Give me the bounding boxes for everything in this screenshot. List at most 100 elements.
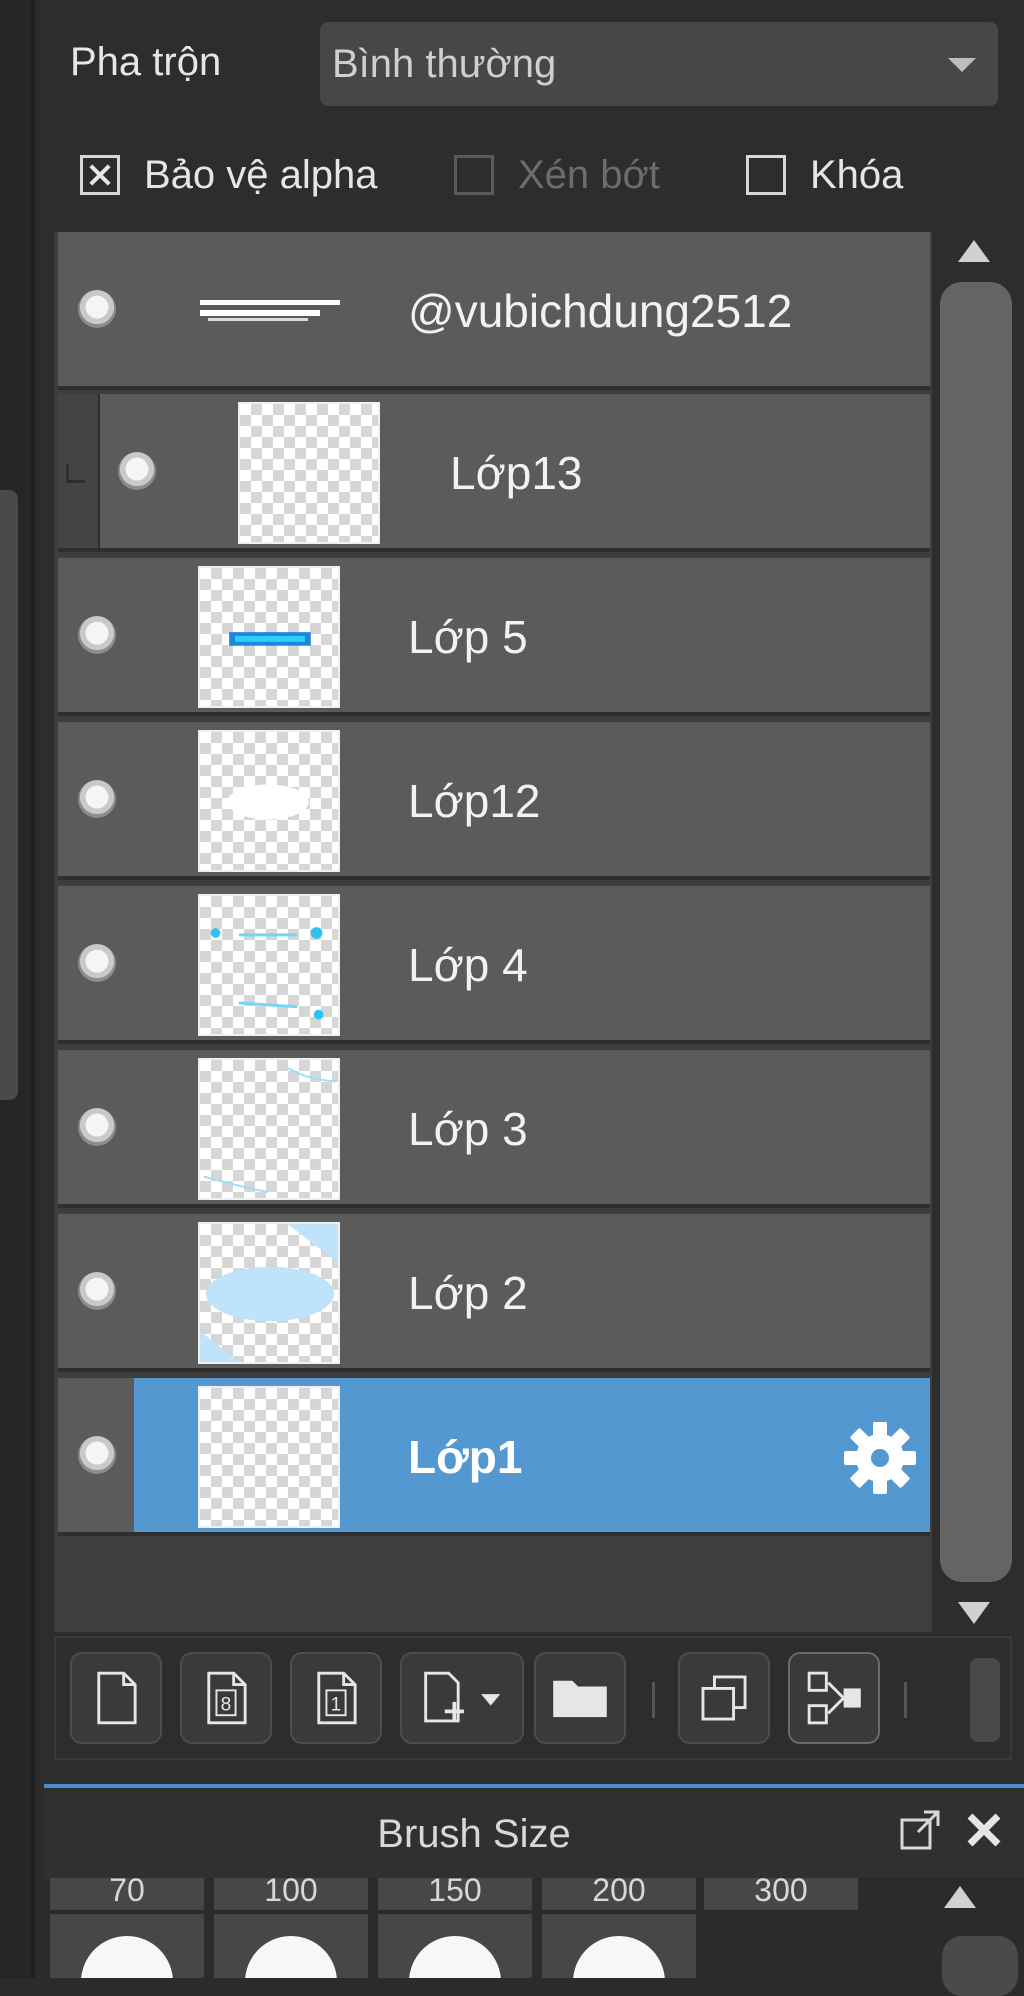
- scroll-up-icon[interactable]: [958, 240, 990, 262]
- layer-thumbnail: [198, 1058, 340, 1200]
- layer-row[interactable]: Lớp 5: [58, 558, 930, 716]
- layer-row[interactable]: Lớp 3: [58, 1050, 930, 1208]
- clipping-label: Xén bớt: [518, 152, 660, 197]
- layer-thumbnail: [198, 730, 340, 872]
- layer-thumbnail: [198, 566, 340, 708]
- layer-thumbnail: [198, 894, 340, 1036]
- brush-size-label: 100: [214, 1878, 368, 1910]
- brush-size-cell[interactable]: 100: [214, 1878, 372, 1978]
- folder-icon: [553, 1680, 607, 1718]
- merge-layer-icon: [807, 1671, 861, 1725]
- layer-name: Lớp1: [408, 1431, 523, 1483]
- scroll-up-icon[interactable]: [944, 1886, 976, 1908]
- scrollbar-thumb[interactable]: [940, 282, 1012, 1582]
- blend-mode-select[interactable]: Bình thường: [320, 22, 998, 106]
- new-1bit-layer-button[interactable]: 1: [290, 1652, 382, 1744]
- clipping-indicator: [58, 394, 100, 548]
- brush-dot-icon: [573, 1936, 665, 1978]
- visibility-toggle-icon[interactable]: [78, 1272, 116, 1310]
- visibility-toggle-icon[interactable]: [78, 780, 116, 818]
- layer-name: Lớp 5: [408, 611, 528, 663]
- layer-thumbnail: [198, 1386, 340, 1528]
- brush-size-preview: [542, 1914, 696, 1978]
- layer-list: @vubichdung2512 Lớp13 Lớp 5 Lớp12 Lớp 4 …: [54, 232, 932, 1632]
- protect-alpha-checkbox[interactable]: Bảo vệ alpha: [80, 150, 378, 200]
- brush-size-preview: [214, 1914, 368, 1978]
- toolbar-divider: [904, 1682, 907, 1718]
- lock-label: Khóa: [810, 152, 904, 197]
- brush-size-preview: [378, 1914, 532, 1978]
- chevron-down-icon: [948, 58, 976, 72]
- svg-text:8: 8: [221, 1694, 232, 1715]
- left-panel-edge: [0, 0, 36, 1978]
- visibility-toggle-icon[interactable]: [78, 616, 116, 654]
- visibility-toggle-icon[interactable]: [78, 1436, 116, 1474]
- new-layer-button[interactable]: [70, 1652, 162, 1744]
- checkbox-icon: [454, 155, 494, 195]
- layer-row-text[interactable]: @vubichdung2512: [58, 232, 930, 390]
- merge-layer-button[interactable]: [788, 1652, 880, 1744]
- blend-mode-value: Bình thường: [332, 42, 557, 86]
- layer-name: Lớp12: [408, 775, 541, 827]
- protect-alpha-label: Bảo vệ alpha: [144, 152, 378, 197]
- layer-name: Lớp 2: [408, 1267, 528, 1319]
- visibility-toggle-icon[interactable]: [118, 452, 156, 490]
- layer-name: Lớp 4: [408, 939, 528, 991]
- scrollbar-thumb[interactable]: [942, 1936, 1018, 1996]
- new-1bit-layer-icon: 1: [317, 1671, 357, 1725]
- layer-thumbnail: [198, 1222, 340, 1364]
- checkbox-icon: [746, 155, 786, 195]
- left-scrollbar-thumb[interactable]: [0, 490, 18, 1100]
- brush-size-header: Brush Size: [44, 1788, 1024, 1878]
- text-layer-thumbnail: [200, 300, 340, 321]
- visibility-toggle-icon[interactable]: [78, 944, 116, 982]
- layer-thumbnail: [238, 402, 380, 544]
- brush-size-list: 70 100 150 200 300: [44, 1874, 1024, 1996]
- toolbar-scrollbar[interactable]: [970, 1658, 1000, 1742]
- layer-name: @vubichdung2512: [408, 285, 793, 337]
- toolbar-divider: [652, 1682, 655, 1718]
- add-layer-menu-button[interactable]: [400, 1652, 524, 1744]
- clip-arrow-icon: [66, 464, 85, 483]
- layer-row[interactable]: Lớp 2: [58, 1214, 930, 1372]
- brush-size-cell[interactable]: 70: [50, 1878, 208, 1978]
- brush-size-cell[interactable]: 200: [542, 1878, 700, 1978]
- new-layer-icon: [97, 1671, 137, 1725]
- lock-checkbox[interactable]: Khóa: [746, 150, 903, 200]
- scroll-down-icon[interactable]: [958, 1602, 990, 1624]
- gear-icon[interactable]: [840, 1418, 920, 1498]
- brush-size-label: 70: [50, 1878, 204, 1910]
- blend-mode-label: Pha trộn: [70, 40, 222, 84]
- close-icon[interactable]: [960, 1806, 1008, 1854]
- new-folder-button[interactable]: [534, 1652, 626, 1744]
- layer-row-selected[interactable]: Lớp1: [58, 1378, 930, 1536]
- brush-dot-icon: [245, 1936, 337, 1978]
- visibility-toggle-icon[interactable]: [78, 1108, 116, 1146]
- visibility-toggle-icon[interactable]: [78, 290, 116, 328]
- clipping-checkbox[interactable]: Xén bớt: [454, 150, 660, 200]
- brush-size-title: Brush Size: [377, 1812, 571, 1856]
- popout-icon[interactable]: [896, 1806, 944, 1854]
- duplicate-layer-button[interactable]: [678, 1652, 770, 1744]
- layer-list-scrollbar[interactable]: [936, 232, 1012, 1632]
- brush-size-label: 150: [378, 1878, 532, 1910]
- duplicate-layer-icon: [701, 1675, 747, 1721]
- brush-size-cell[interactable]: 150: [378, 1878, 536, 1978]
- layer-toolbar: 8 1: [54, 1636, 1012, 1760]
- layer-name: Lớp 3: [408, 1103, 528, 1155]
- panel-divider: [31, 0, 34, 1978]
- brush-dot-icon: [81, 1936, 173, 1978]
- brush-size-label[interactable]: 300: [704, 1874, 858, 1910]
- new-8bit-layer-icon: 8: [207, 1671, 247, 1725]
- svg-text:1: 1: [331, 1694, 342, 1715]
- brush-size-preview: [50, 1914, 204, 1978]
- new-8bit-layer-button[interactable]: 8: [180, 1652, 272, 1744]
- layer-row-clipped[interactable]: Lớp13: [58, 394, 930, 552]
- layer-row[interactable]: Lớp 4: [58, 886, 930, 1044]
- layer-row[interactable]: Lớp12: [58, 722, 930, 880]
- brush-size-label: 200: [542, 1878, 696, 1910]
- brush-dot-icon: [409, 1936, 501, 1978]
- checkbox-checked-icon: [80, 155, 120, 195]
- layer-name: Lớp13: [450, 447, 583, 499]
- add-layer-menu-icon: [424, 1671, 501, 1723]
